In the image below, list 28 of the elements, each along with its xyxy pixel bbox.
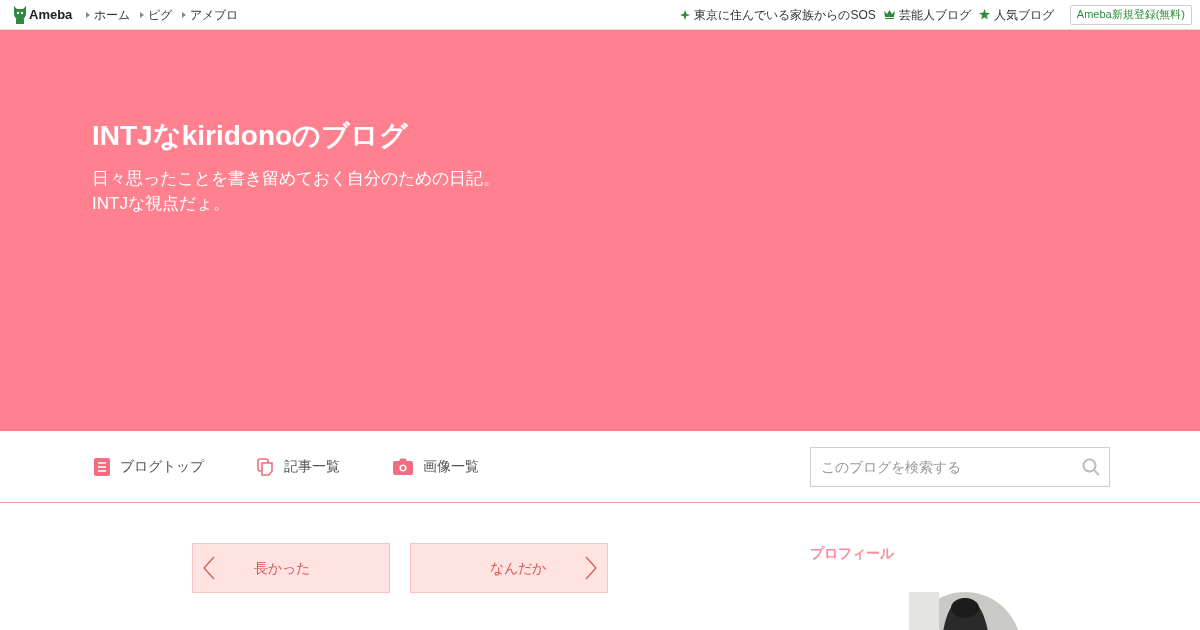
search-field[interactable]: このブログを検索する: [810, 446, 1110, 487]
triangle-icon: [140, 11, 145, 18]
top-link[interactable]: ピグ: [148, 7, 173, 22]
star-icon: [978, 9, 990, 20]
pages-icon: [257, 457, 274, 476]
nav-link[interactable]: 画像一覧: [423, 456, 479, 477]
sparkle-icon: [680, 9, 691, 20]
nav-link[interactable]: 記事一覧: [284, 456, 340, 477]
blog-description: INTJな視点だょ。: [92, 193, 231, 215]
top-link[interactable]: ホーム: [94, 7, 131, 22]
top-link[interactable]: 東京に住んでいる家族からのSOS: [694, 7, 876, 22]
chevron-right-icon: [585, 556, 597, 580]
document-icon: [94, 457, 110, 476]
ameba-logo[interactable]: Ameba: [13, 4, 73, 25]
logo-icon: [13, 5, 27, 24]
triangle-icon: [86, 11, 91, 18]
triangle-icon: [182, 11, 187, 18]
crown-icon: [883, 10, 895, 19]
top-link[interactable]: 人気ブログ: [993, 7, 1054, 22]
top-link[interactable]: アメブロ: [190, 7, 239, 22]
nav-link[interactable]: ブログトップ: [120, 456, 204, 477]
top-link[interactable]: 芸能人ブログ: [898, 7, 971, 22]
search-icon[interactable]: [1082, 457, 1100, 476]
camera-icon: [393, 458, 413, 475]
sidebar-heading: プロフィール: [810, 544, 895, 563]
blog-description: 日々思ったことを書き留めておく自分のための日記。: [92, 168, 501, 190]
signup-button[interactable]: Ameba新規登録(無料): [1069, 4, 1192, 25]
chevron-left-icon: [203, 556, 215, 580]
